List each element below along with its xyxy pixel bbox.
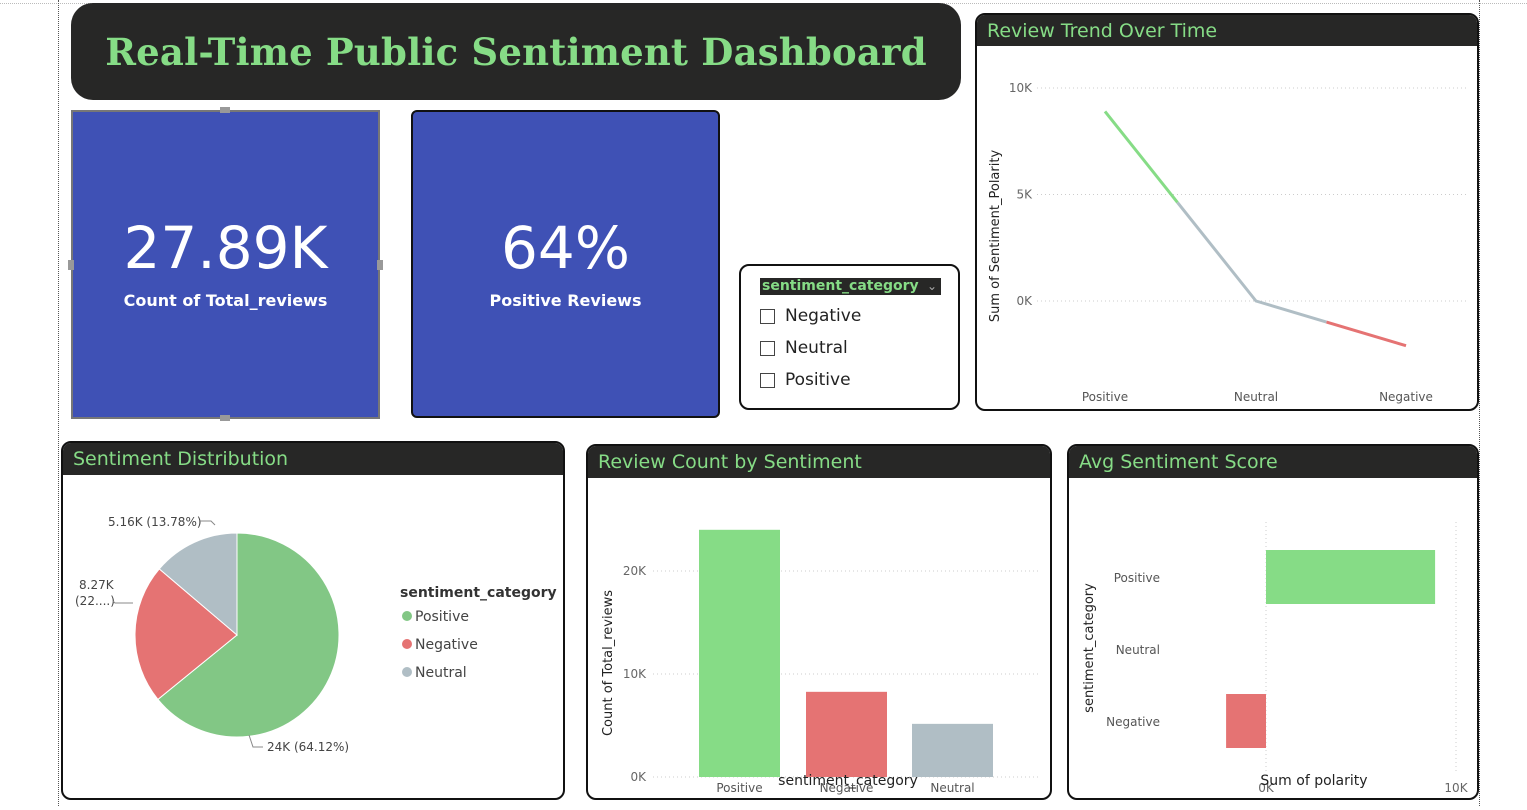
bar-negative <box>806 691 887 777</box>
kpi-card-positive-reviews[interactable]: 64% Positive Reviews <box>411 110 720 418</box>
checkbox-icon[interactable] <box>760 372 775 388</box>
kpi-card-total-reviews[interactable]: 27.89K Count of Total_reviews <box>71 110 380 419</box>
y-tick-label: 0K <box>1016 294 1033 308</box>
avg-score-header: Avg Sentiment Score <box>1069 446 1477 478</box>
x-tick-label: Negative <box>1379 390 1433 404</box>
avg-x-axis-label: Sum of polarity <box>1260 773 1367 789</box>
title-banner: Real-Time Public Sentiment Dashboard <box>71 3 961 100</box>
trend-line-positive <box>1103 110 1179 204</box>
pie-data-label-positive: 24K (64.12%) <box>267 740 349 754</box>
trend-chart-title: Review Trend Over Time <box>987 19 1218 42</box>
x-tick-label: Neutral <box>1234 390 1278 404</box>
distribution-panel[interactable]: Sentiment Distribution 5.16K (13.78%) 8.… <box>61 441 565 800</box>
resize-handle-top[interactable] <box>220 107 230 113</box>
checkbox-icon[interactable] <box>760 340 775 356</box>
avg-score-panel[interactable]: Avg Sentiment Score 0K 10K Positive Neutral… <box>1067 444 1479 800</box>
kpi-label-positive-reviews: Positive Reviews <box>489 290 642 310</box>
dashboard-title: Real-Time Public Sentiment Dashboard <box>105 29 927 74</box>
distribution-chart-svg: 5.16K (13.78%) 8.27K (22....) 24K (64.12… <box>75 515 557 754</box>
legend-marker-negative <box>402 639 412 649</box>
resize-handle-left[interactable] <box>68 260 74 270</box>
pie-data-label-negative: 8.27K <box>79 578 115 592</box>
legend-label-negative: Negative <box>415 637 478 653</box>
trend-y-axis-label: Sum of Sentiment_Polarity <box>988 150 1003 323</box>
legend-label-positive: Positive <box>415 609 469 625</box>
checkbox-icon[interactable] <box>760 308 775 324</box>
count-chart-svg: 20K10K0KPositive Negative Neutral Count of… <box>601 529 1040 795</box>
y-tick-label: 10K <box>623 667 647 681</box>
kpi-value-total-reviews: 27.89K <box>123 214 328 282</box>
y-tick-label: 5K <box>1016 188 1033 202</box>
kpi-label-total-reviews: Count of Total_reviews <box>123 291 328 310</box>
pie-data-label-neutral: 5.16K (13.78%) <box>108 515 202 529</box>
sentiment-slicer[interactable]: sentiment_category ⌄ Negative Neutral Po… <box>739 264 960 410</box>
trend-chart-svg: 10K 5K 0K Positive Neutral Negative Sum of Se… <box>988 81 1467 404</box>
avg-y-axis-label: sentiment_category <box>1082 583 1097 713</box>
pie-data-label-negative-pct: (22....) <box>75 594 115 608</box>
y-tick-label: 0K <box>630 770 647 784</box>
y-tick-label: 20K <box>623 564 647 578</box>
x-tick-label: 10K <box>1444 781 1468 795</box>
pie-legend-title: sentiment_category <box>400 585 557 601</box>
kpi-value-positive-reviews: 64% <box>501 213 630 282</box>
bar-positive <box>699 529 780 777</box>
y-tick-label: 10K <box>1009 81 1033 95</box>
y-tick-label: Negative <box>1106 715 1160 729</box>
count-chart-panel[interactable]: Review Count by Sentiment 20K 10K 0K Positi… <box>586 444 1052 800</box>
slicer-header[interactable]: sentiment_category ⌄ <box>760 278 941 295</box>
y-tick-label: Neutral <box>1116 643 1160 657</box>
trend-line-negative <box>1326 320 1407 348</box>
slicer-item-neutral[interactable]: Neutral <box>760 338 848 358</box>
count-y-axis-label: Count of Total_reviews <box>601 590 616 736</box>
resize-handle-right[interactable] <box>377 260 383 270</box>
x-tick-label: Positive <box>716 781 762 795</box>
pie-leader-line <box>112 600 133 604</box>
bar-neutral <box>912 723 993 777</box>
slicer-item-label: Positive <box>785 370 851 390</box>
slicer-item-label: Negative <box>785 306 862 326</box>
count-x-axis-label: sentiment_category <box>778 773 918 789</box>
pie-leader-line <box>248 734 263 748</box>
avg-score-svg: 0K 10KPositiveNeutralNegative sentiment_c… <box>1082 522 1469 795</box>
chevron-down-icon[interactable]: ⌄ <box>927 278 937 295</box>
legend-label-neutral: Neutral <box>415 665 467 681</box>
x-tick-label: Positive <box>1082 390 1128 404</box>
y-tick-label: Positive <box>1114 571 1160 585</box>
legend-marker-neutral <box>402 667 412 677</box>
distribution-header: Sentiment Distribution <box>63 443 563 475</box>
trend-chart-header: Review Trend Over Time <box>977 15 1477 46</box>
hbar-positive <box>1266 550 1436 604</box>
trend-line-neutral <box>1176 201 1327 324</box>
x-tick-label: Neutral <box>930 781 974 795</box>
count-chart-title: Review Count by Sentiment <box>598 451 862 473</box>
legend-marker-positive <box>402 611 412 621</box>
distribution-title: Sentiment Distribution <box>73 448 289 470</box>
slicer-item-positive[interactable]: Positive <box>760 370 851 390</box>
hbar-negative <box>1226 694 1266 748</box>
count-chart-header: Review Count by Sentiment <box>588 446 1050 478</box>
slicer-item-negative[interactable]: Negative <box>760 306 861 326</box>
slicer-item-label: Neutral <box>785 338 848 358</box>
avg-score-title: Avg Sentiment Score <box>1079 451 1278 473</box>
trend-chart-panel[interactable]: Review Trend Over Time 10K 5K 0K Positive Ne… <box>975 13 1479 411</box>
slicer-title: sentiment_category <box>762 278 919 294</box>
resize-handle-bottom[interactable] <box>220 415 230 421</box>
